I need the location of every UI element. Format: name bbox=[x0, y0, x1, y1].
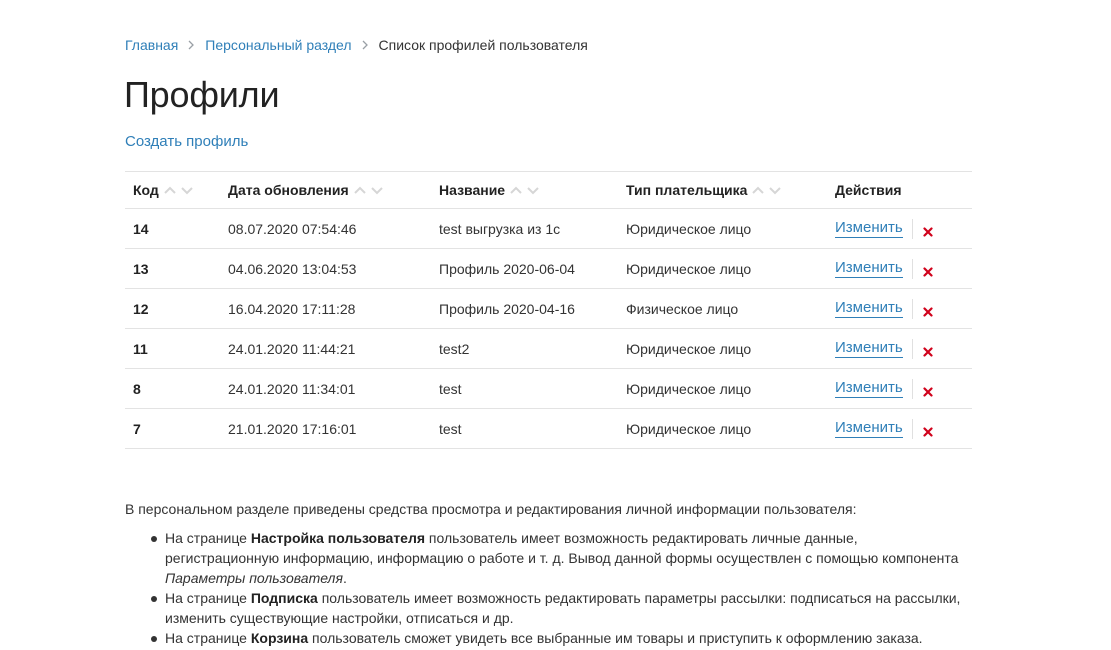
breadcrumb: Главная Персональный раздел Список профи… bbox=[125, 37, 588, 53]
info-list-item: На странице Подписка пользователь имеет … bbox=[151, 588, 975, 628]
cell-date: 24.01.2020 11:44:21 bbox=[220, 328, 431, 369]
cell-actions: Изменить bbox=[827, 368, 972, 409]
cell-date: 04.06.2020 13:04:53 bbox=[220, 248, 431, 289]
breadcrumb-home-link[interactable]: Главная bbox=[125, 37, 178, 53]
breadcrumb-personal-link[interactable]: Персональный раздел bbox=[205, 37, 351, 53]
divider bbox=[911, 338, 913, 359]
divider bbox=[911, 378, 913, 399]
cell-code: 14 bbox=[125, 208, 220, 249]
divider bbox=[911, 258, 913, 279]
cell-actions: Изменить bbox=[827, 328, 972, 369]
table-row: 14 08.07.2020 07:54:46 test выгрузка из 1с… bbox=[125, 208, 972, 249]
cell-payer-type: Юридическое лицо bbox=[618, 248, 827, 289]
cell-code: 8 bbox=[125, 368, 220, 409]
info-list: На странице Настройка пользователя польз… bbox=[125, 528, 975, 648]
info-list-item: На странице Корзина пользователь сможет … bbox=[151, 628, 975, 648]
cell-name: test выгрузка из 1с bbox=[431, 208, 618, 249]
breadcrumb-current: Список профилей пользователя bbox=[378, 37, 588, 53]
cell-name: test bbox=[431, 408, 618, 449]
close-icon[interactable] bbox=[923, 224, 933, 237]
divider bbox=[911, 218, 913, 239]
cell-name: Профиль 2020-04-16 bbox=[431, 288, 618, 329]
cell-actions: Изменить bbox=[827, 248, 972, 289]
cell-date: 16.04.2020 17:11:28 bbox=[220, 288, 431, 329]
column-header-payer-type[interactable]: Тип плательщика bbox=[618, 171, 827, 209]
bullet-icon bbox=[151, 536, 157, 542]
edit-profile-button[interactable]: Изменить bbox=[835, 419, 903, 438]
cell-name: Профиль 2020-06-04 bbox=[431, 248, 618, 289]
close-icon[interactable] bbox=[923, 304, 933, 317]
cell-actions: Изменить bbox=[827, 208, 972, 249]
table-row: 8 24.01.2020 11:34:01 test Юридическое лицо… bbox=[125, 368, 972, 409]
edit-profile-button[interactable]: Изменить bbox=[835, 219, 903, 238]
divider bbox=[911, 418, 913, 439]
column-header-code[interactable]: Код bbox=[125, 171, 220, 209]
column-header-name[interactable]: Название bbox=[431, 171, 618, 209]
cell-date: 24.01.2020 11:34:01 bbox=[220, 368, 431, 409]
info-list-item: На странице Настройка пользователя польз… bbox=[151, 528, 975, 588]
sort-arrows-icon[interactable] bbox=[509, 185, 543, 195]
edit-profile-button[interactable]: Изменить bbox=[835, 259, 903, 278]
cell-code: 12 bbox=[125, 288, 220, 329]
cell-date: 08.07.2020 07:54:46 bbox=[220, 208, 431, 249]
cell-actions: Изменить bbox=[827, 288, 972, 329]
table-row: 13 04.06.2020 13:04:53 Профиль 2020-06-04 Ю… bbox=[125, 248, 972, 289]
divider bbox=[911, 298, 913, 319]
sort-arrows-icon[interactable] bbox=[353, 185, 387, 195]
table-row: 11 24.01.2020 11:44:21 test2 Юридическое ли… bbox=[125, 328, 972, 369]
cell-name: test bbox=[431, 368, 618, 409]
edit-profile-button[interactable]: Изменить bbox=[835, 379, 903, 398]
table-header-row: Код Дата обновления Название Тип платель… bbox=[125, 171, 972, 209]
sort-arrows-icon[interactable] bbox=[751, 185, 785, 195]
chevron-right-icon bbox=[362, 37, 369, 53]
create-profile-link[interactable]: Создать профиль bbox=[125, 133, 248, 150]
chevron-right-icon bbox=[188, 37, 195, 53]
page-title: Профили bbox=[124, 74, 280, 115]
info-section: В персональном разделе приведены средств… bbox=[125, 499, 975, 648]
column-header-date[interactable]: Дата обновления bbox=[220, 171, 431, 209]
cell-code: 13 bbox=[125, 248, 220, 289]
cell-payer-type: Юридическое лицо bbox=[618, 208, 827, 249]
cell-code: 11 bbox=[125, 328, 220, 369]
close-icon[interactable] bbox=[923, 384, 933, 397]
cell-payer-type: Юридическое лицо bbox=[618, 368, 827, 409]
info-intro: В персональном разделе приведены средств… bbox=[125, 501, 857, 517]
cell-date: 21.01.2020 17:16:01 bbox=[220, 408, 431, 449]
close-icon[interactable] bbox=[923, 424, 933, 437]
cell-actions: Изменить bbox=[827, 408, 972, 449]
bullet-icon bbox=[151, 596, 157, 602]
profiles-table: Код Дата обновления Название Тип платель… bbox=[125, 171, 972, 449]
column-header-actions: Действия bbox=[827, 171, 972, 209]
table-row: 12 16.04.2020 17:11:28 Профиль 2020-04-16 Ф… bbox=[125, 288, 972, 329]
cell-payer-type: Юридическое лицо bbox=[618, 408, 827, 449]
cell-payer-type: Юридическое лицо bbox=[618, 328, 827, 369]
cell-name: test2 bbox=[431, 328, 618, 369]
cell-payer-type: Физическое лицо bbox=[618, 288, 827, 329]
bullet-icon bbox=[151, 636, 157, 642]
close-icon[interactable] bbox=[923, 344, 933, 357]
table-row: 7 21.01.2020 17:16:01 test Юридическое лицо… bbox=[125, 408, 972, 449]
edit-profile-button[interactable]: Изменить bbox=[835, 299, 903, 318]
close-icon[interactable] bbox=[923, 264, 933, 277]
sort-arrows-icon[interactable] bbox=[163, 185, 197, 195]
cell-code: 7 bbox=[125, 408, 220, 449]
edit-profile-button[interactable]: Изменить bbox=[835, 339, 903, 358]
